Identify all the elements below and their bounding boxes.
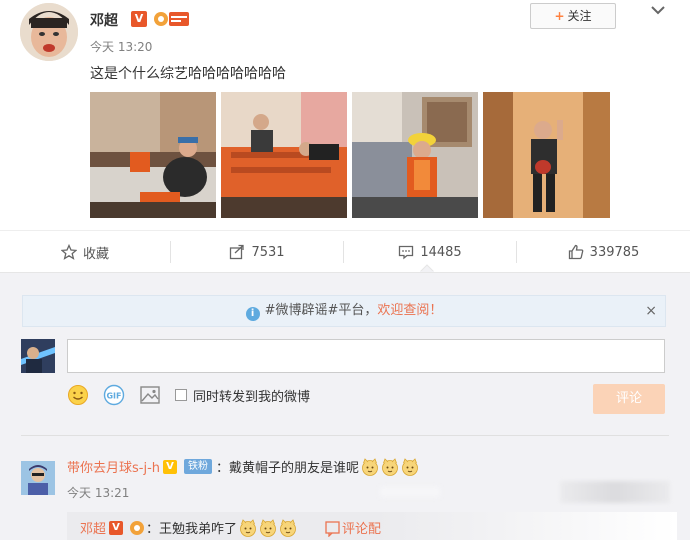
- comment-section: i #微博辟谣#平台，欢迎查阅！ × GIF 同时转发到我的微博 评论 带你去月…: [0, 272, 690, 540]
- blurred-region: [380, 487, 440, 497]
- post-time[interactable]: 今天 13:20: [90, 38, 152, 55]
- star-icon: [60, 244, 77, 260]
- action-bar: 收藏 7531 14485 339785: [0, 230, 690, 272]
- svg-text:GIF: GIF: [106, 392, 121, 401]
- info-icon: i: [245, 307, 260, 321]
- cat-emoji-icon: [240, 518, 256, 537]
- fan-badge: 铁粉: [184, 459, 213, 474]
- cat-emoji-icon: [402, 457, 418, 476]
- verified-badge: V: [163, 459, 178, 474]
- reply-line: 邓超 V ：王勉我弟咋了: [80, 518, 297, 537]
- notice-link[interactable]: 欢迎查阅！: [377, 303, 442, 318]
- comment-text: ：戴黄帽子的朋友是谁呢: [216, 461, 360, 476]
- post-photo-2[interactable]: [221, 92, 347, 218]
- favorite-button[interactable]: 收藏: [0, 231, 170, 273]
- verified-badge: V: [131, 11, 147, 27]
- my-avatar[interactable]: [21, 339, 55, 373]
- follow-label: 关注: [567, 9, 592, 23]
- divider: [21, 435, 669, 436]
- comment-caret: [420, 264, 434, 272]
- cat-emoji-icon: [382, 457, 398, 476]
- comment-bubble-icon: [399, 245, 414, 260]
- post-content: 这是个什么综艺哈哈哈哈哈哈哈: [90, 66, 286, 82]
- comment-tools: GIF 同时转发到我的微博: [67, 383, 310, 407]
- post-photo-3[interactable]: [352, 92, 478, 218]
- author-avatar[interactable]: [20, 3, 78, 61]
- comment-line: 带你去月球s-j-h V 铁粉 ：戴黄帽子的朋友是谁呢: [67, 457, 419, 476]
- weibo-post: 邓超 V 今天 13:20 这是个什么综艺哈哈哈哈哈哈哈 + 关注: [0, 0, 690, 230]
- like-count: 339785: [589, 244, 640, 260]
- verified-badge: V: [109, 520, 124, 535]
- cat-emoji-icon: [260, 518, 276, 537]
- comment-count: 14485: [420, 244, 462, 260]
- share-icon: [230, 244, 245, 260]
- comment-edit-icon: [325, 520, 340, 537]
- blurred-region: [377, 512, 677, 540]
- reply-text: ：王勉我弟咋了: [146, 522, 238, 537]
- thumbs-up-icon: [568, 244, 584, 260]
- forward-checkbox[interactable]: [175, 389, 187, 401]
- picture-icon[interactable]: [139, 384, 161, 406]
- submit-comment-button[interactable]: 评论: [593, 384, 665, 414]
- movie-badge-icon: [154, 12, 189, 26]
- author-name[interactable]: 邓超: [90, 10, 118, 30]
- favorite-label: 收藏: [82, 246, 109, 262]
- comment-input[interactable]: [67, 339, 665, 373]
- forward-label: 同时转发到我的微博: [193, 389, 311, 405]
- reply-box: 邓超 V ：王勉我弟咋了 评论配: [67, 512, 677, 540]
- chevron-down-icon[interactable]: [650, 4, 666, 16]
- repost-count: 7531: [251, 244, 285, 260]
- post-photo-4[interactable]: [483, 92, 610, 218]
- commenter-name[interactable]: 带你去月球s-j-h: [67, 457, 160, 476]
- reply-author[interactable]: 邓超: [80, 518, 106, 537]
- repost-button[interactable]: 7531: [171, 231, 343, 273]
- reply-action-label: 评论配: [342, 522, 382, 537]
- plus-icon: +: [554, 9, 565, 23]
- comment-time: 今天 13:21: [67, 486, 130, 500]
- movie-badge-icon: [130, 520, 145, 535]
- commenter-avatar[interactable]: [21, 461, 55, 495]
- smiley-icon[interactable]: [67, 384, 89, 406]
- cat-emoji-icon: [280, 518, 296, 537]
- post-photo-1[interactable]: [90, 92, 216, 218]
- follow-button[interactable]: + 关注: [530, 3, 616, 29]
- cat-emoji-icon: [362, 457, 378, 476]
- blurred-region: [560, 481, 670, 503]
- like-button[interactable]: 339785: [517, 231, 690, 273]
- rumor-notice-banner[interactable]: i #微博辟谣#平台，欢迎查阅！ ×: [22, 295, 666, 327]
- notice-text: #微博辟谣#平台，: [264, 303, 378, 318]
- reply-action[interactable]: 评论配: [322, 518, 381, 537]
- gif-icon[interactable]: GIF: [103, 384, 125, 406]
- close-icon[interactable]: ×: [645, 296, 657, 326]
